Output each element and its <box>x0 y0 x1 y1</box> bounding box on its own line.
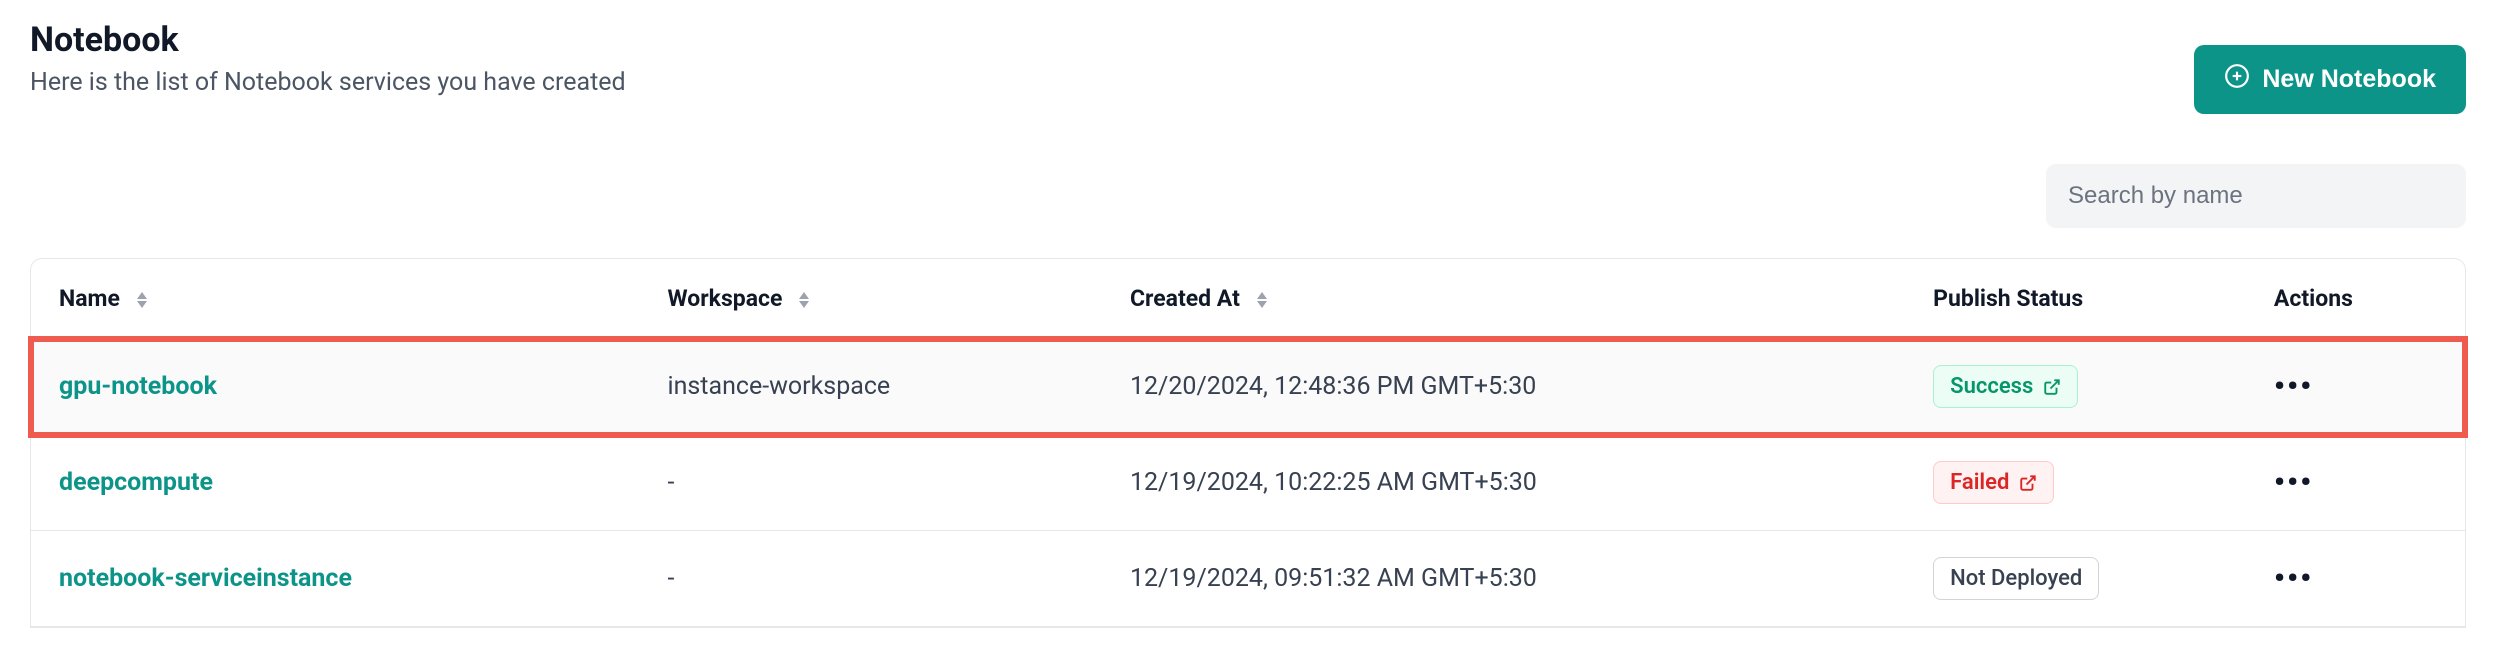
col-header-created[interactable]: Created At <box>1102 259 1905 339</box>
notebook-table: Name Workspace Created At <box>30 258 2466 628</box>
col-header-workspace[interactable]: Workspace <box>640 259 1102 339</box>
notebook-name-link[interactable]: notebook-serviceinstance <box>31 531 640 627</box>
external-link-icon <box>2043 378 2061 396</box>
more-actions-icon[interactable]: ••• <box>2274 561 2313 596</box>
more-actions-icon[interactable]: ••• <box>2274 369 2313 404</box>
status-badge: Not Deployed <box>1933 557 2099 600</box>
status-badge[interactable]: Success <box>1933 365 2078 408</box>
status-badge-label: Failed <box>1950 470 2009 495</box>
col-header-created-label: Created At <box>1130 285 1240 312</box>
page-header: Notebook Here is the list of Notebook se… <box>30 20 2466 114</box>
status-cell: Failed <box>1905 435 2246 531</box>
page-subtitle: Here is the list of Notebook services yo… <box>30 68 626 97</box>
sort-icon <box>1256 292 1268 308</box>
workspace-cell: - <box>640 531 1102 627</box>
actions-cell: ••• <box>2246 531 2465 627</box>
col-header-status: Publish Status <box>1905 259 2246 339</box>
page-title: Notebook <box>30 20 626 60</box>
created-at-cell: 12/20/2024, 12:48:36 PM GMT+5:30 <box>1102 339 1905 435</box>
more-actions-icon[interactable]: ••• <box>2274 465 2313 500</box>
status-badge[interactable]: Failed <box>1933 461 2054 504</box>
status-badge-label: Success <box>1950 374 2033 399</box>
search-row <box>30 164 2466 228</box>
created-at-cell: 12/19/2024, 09:51:32 AM GMT+5:30 <box>1102 531 1905 627</box>
col-header-name[interactable]: Name <box>31 259 640 339</box>
notebook-name-link[interactable]: gpu-notebook <box>31 339 640 435</box>
table-header-row: Name Workspace Created At <box>31 259 2465 339</box>
sort-icon <box>798 292 810 308</box>
actions-cell: ••• <box>2246 435 2465 531</box>
search-input[interactable] <box>2046 164 2466 228</box>
status-cell: Not Deployed <box>1905 531 2246 627</box>
notebook-name-link[interactable]: deepcompute <box>31 435 640 531</box>
col-header-actions: Actions <box>2246 259 2465 339</box>
actions-cell: ••• <box>2246 339 2465 435</box>
col-header-name-label: Name <box>59 285 120 312</box>
status-cell: Success <box>1905 339 2246 435</box>
created-at-cell: 12/19/2024, 10:22:25 AM GMT+5:30 <box>1102 435 1905 531</box>
col-header-actions-label: Actions <box>2274 285 2353 312</box>
status-badge-label: Not Deployed <box>1950 566 2082 591</box>
table-row: notebook-serviceinstance-12/19/2024, 09:… <box>31 531 2465 627</box>
external-link-icon <box>2019 474 2037 492</box>
new-notebook-label: New Notebook <box>2262 65 2436 94</box>
title-block: Notebook Here is the list of Notebook se… <box>30 20 626 97</box>
table-row: gpu-notebookinstance-workspace12/20/2024… <box>31 339 2465 435</box>
workspace-cell: instance-workspace <box>640 339 1102 435</box>
plus-circle-icon <box>2224 63 2250 96</box>
sort-icon <box>136 292 148 308</box>
table-row: deepcompute-12/19/2024, 10:22:25 AM GMT+… <box>31 435 2465 531</box>
col-header-status-label: Publish Status <box>1933 285 2083 312</box>
col-header-workspace-label: Workspace <box>668 285 783 312</box>
new-notebook-button[interactable]: New Notebook <box>2194 45 2466 114</box>
workspace-cell: - <box>640 435 1102 531</box>
